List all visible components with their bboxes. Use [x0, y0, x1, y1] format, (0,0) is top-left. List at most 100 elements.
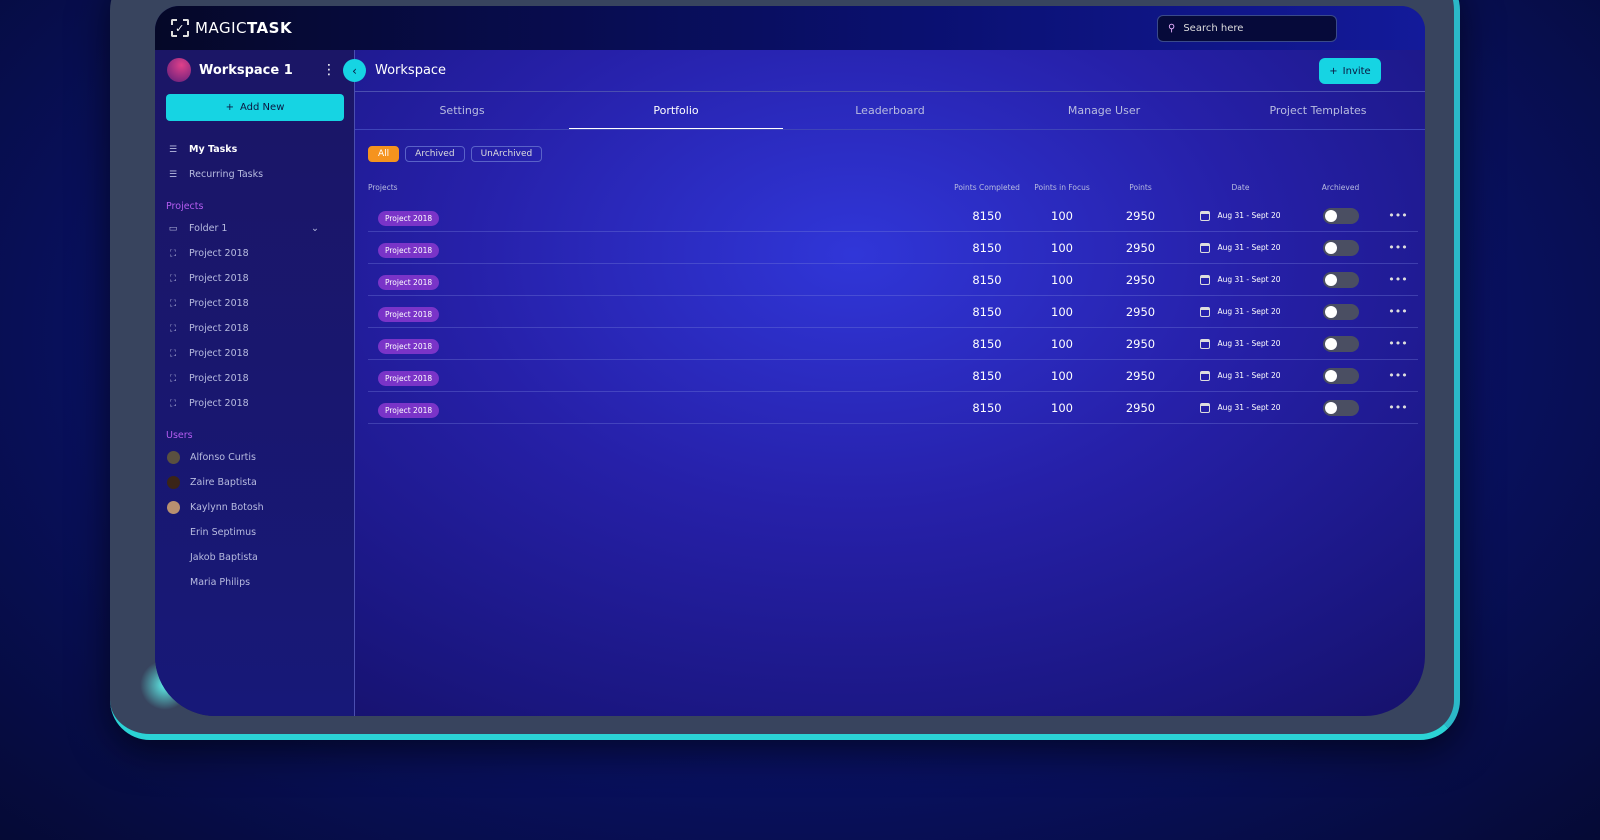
tab-portfolio[interactable]: Portfolio: [569, 92, 783, 129]
sidebar-item-user[interactable]: Zaire Baptista: [155, 470, 354, 495]
archived-toggle[interactable]: [1322, 399, 1359, 416]
more-horizontal-icon[interactable]: •••: [1378, 273, 1418, 286]
table-row[interactable]: Project 2018 8150 100 2950 Aug 31 - Sept…: [368, 232, 1418, 264]
table-row[interactable]: Project 2018 8150 100 2950 Aug 31 - Sept…: [368, 264, 1418, 296]
folder-icon: ▭: [168, 223, 178, 234]
points-in-focus: 100: [1051, 336, 1073, 351]
filter-archived[interactable]: Archived: [405, 146, 465, 162]
col-projects: Projects: [368, 182, 398, 192]
portfolio-table: Projects Points Completed Points in Focu…: [368, 180, 1418, 424]
table-row[interactable]: Project 2018 8150 100 2950 Aug 31 - Sept…: [368, 392, 1418, 424]
more-horizontal-icon[interactable]: •••: [1378, 209, 1418, 222]
folder-label: Folder 1: [189, 223, 228, 234]
project-badge[interactable]: Project 2018: [378, 210, 440, 226]
table-row[interactable]: Project 2018 8150 100 2950 Aug 31 - Sept…: [368, 360, 1418, 392]
project-label: Project 2018: [189, 398, 249, 409]
search-input[interactable]: ⚲ Search here: [1157, 15, 1337, 42]
project-label: Project 2018: [189, 273, 249, 284]
archived-toggle[interactable]: [1322, 239, 1359, 256]
sidebar-item-project[interactable]: ⛶ Project 2018: [155, 316, 354, 341]
collapse-sidebar-button[interactable]: ‹: [343, 59, 366, 82]
project-label: Project 2018: [189, 298, 249, 309]
calendar-icon: [1200, 338, 1211, 349]
sidebar-item-project[interactable]: ⛶ Project 2018: [155, 266, 354, 291]
sidebar-item-project[interactable]: ⛶ Project 2018: [155, 391, 354, 416]
sidebar-item-user[interactable]: Kaylynn Botosh: [155, 495, 354, 520]
table-row[interactable]: Project 2018 8150 100 2950 Aug 31 - Sept…: [368, 296, 1418, 328]
project-badge[interactable]: Project 2018: [378, 338, 440, 354]
archived-toggle[interactable]: [1322, 335, 1359, 352]
points: 2950: [1125, 208, 1156, 223]
more-horizontal-icon[interactable]: •••: [1378, 401, 1418, 414]
tab-leaderboard[interactable]: Leaderboard: [783, 92, 997, 129]
checklist-icon: ☰: [168, 169, 178, 180]
user-name: Maria Philips: [190, 577, 251, 588]
avatar: [167, 551, 180, 564]
sidebar-folder[interactable]: ▭ Folder 1 ⌄: [155, 216, 354, 241]
filter-all[interactable]: All: [368, 146, 400, 162]
tab-settings[interactable]: Settings: [355, 92, 569, 129]
archived-toggle[interactable]: [1322, 207, 1359, 224]
date-range: Aug 31 - Sept 20: [1217, 339, 1281, 348]
col-date: Date: [1231, 182, 1250, 192]
search-icon: ⚲: [1168, 23, 1176, 34]
table-row[interactable]: Project 2018 8150 100 2950 Aug 31 - Sept…: [368, 328, 1418, 360]
search-placeholder: Search here: [1183, 23, 1244, 34]
project-icon: ⛶: [169, 248, 177, 259]
points: 2950: [1125, 400, 1156, 415]
filter-unarchived[interactable]: UnArchived: [470, 146, 543, 162]
checklist-icon: ☰: [168, 144, 178, 155]
archived-toggle[interactable]: [1322, 303, 1359, 320]
user-name: Kaylynn Botosh: [190, 502, 264, 513]
archived-toggle[interactable]: [1322, 271, 1359, 288]
sidebar-item-my-tasks[interactable]: ☰ My Tasks: [155, 137, 354, 162]
points-completed: 8150: [972, 240, 1002, 255]
tab-manage-user[interactable]: Manage User: [997, 92, 1211, 129]
sidebar-item-project[interactable]: ⛶ Project 2018: [155, 291, 354, 316]
sidebar-item-project[interactable]: ⛶ Project 2018: [155, 241, 354, 266]
project-label: Project 2018: [189, 348, 249, 359]
project-icon: ⛶: [169, 298, 177, 309]
project-badge[interactable]: Project 2018: [378, 370, 440, 386]
more-horizontal-icon[interactable]: •••: [1378, 369, 1418, 382]
calendar-icon: [1200, 242, 1211, 253]
more-horizontal-icon[interactable]: •••: [1378, 241, 1418, 254]
more-horizontal-icon[interactable]: •••: [1378, 305, 1418, 318]
project-badge[interactable]: Project 2018: [378, 402, 440, 418]
workspace-switcher[interactable]: Workspace 1 ⋮: [155, 50, 354, 90]
col-points-in-focus: Points in Focus: [1034, 182, 1090, 192]
nav-label: My Tasks: [189, 144, 238, 155]
project-icon: ⛶: [169, 323, 177, 334]
project-badge[interactable]: Project 2018: [378, 306, 440, 322]
avatar: [167, 526, 180, 539]
add-new-label: Add New: [240, 102, 285, 113]
sidebar-item-user[interactable]: Maria Philips: [155, 570, 354, 595]
calendar-icon: [1200, 306, 1211, 317]
points-in-focus: 100: [1051, 240, 1073, 255]
sidebar-item-user[interactable]: Erin Septimus: [155, 520, 354, 545]
table-header: Projects Points Completed Points in Focu…: [368, 180, 1418, 194]
calendar-icon: [1200, 370, 1211, 381]
archived-toggle[interactable]: [1322, 367, 1359, 384]
invite-label: Invite: [1342, 65, 1371, 77]
workspace-avatar: [167, 58, 191, 82]
chevron-down-icon[interactable]: ⌄: [311, 223, 319, 234]
avatar: [167, 476, 180, 489]
sidebar-item-user[interactable]: Jakob Baptista: [155, 545, 354, 570]
sidebar-item-project[interactable]: ⛶ Project 2018: [155, 341, 354, 366]
col-points-completed: Points Completed: [954, 182, 1020, 192]
more-horizontal-icon[interactable]: •••: [1378, 337, 1418, 350]
more-vertical-icon[interactable]: ⋮: [322, 62, 336, 78]
add-new-button[interactable]: + Add New: [166, 94, 344, 121]
table-row[interactable]: Project 2018 8150 100 2950 Aug 31 - Sept…: [368, 200, 1418, 232]
filter-chips: All Archived UnArchived: [368, 146, 543, 162]
invite-button[interactable]: + Invite: [1319, 58, 1381, 84]
top-bar: ✓ MAGICTASK ⚲ Search here: [155, 6, 1425, 50]
sidebar-item-project[interactable]: ⛶ Project 2018: [155, 366, 354, 391]
project-badge[interactable]: Project 2018: [378, 242, 440, 258]
project-badge[interactable]: Project 2018: [378, 274, 440, 290]
tab-project-templates[interactable]: Project Templates: [1211, 92, 1425, 129]
sidebar-item-recurring-tasks[interactable]: ☰ Recurring Tasks: [155, 162, 354, 187]
logo-text-light: MAGIC: [195, 19, 247, 37]
sidebar-item-user[interactable]: Alfonso Curtis: [155, 445, 354, 470]
